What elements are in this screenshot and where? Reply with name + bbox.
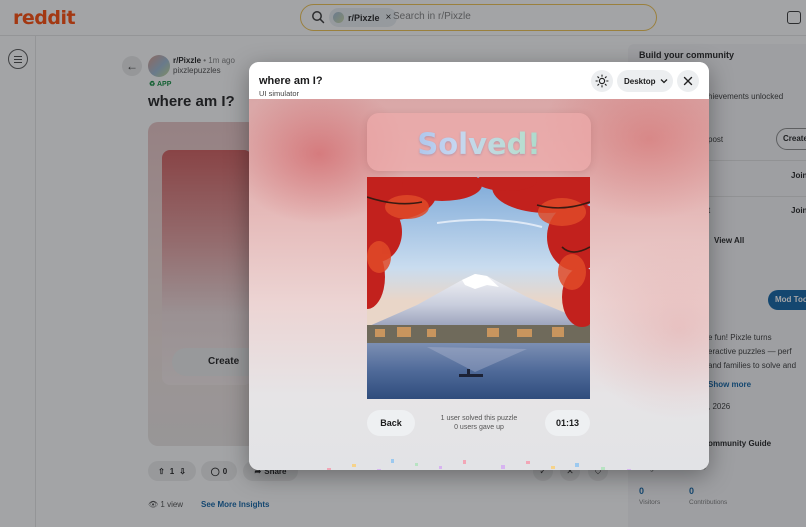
timer-display: 01:13: [545, 410, 590, 436]
theme-toggle-button[interactable]: [591, 70, 613, 92]
modal-title: where am I?: [259, 75, 323, 87]
confetti-decoration: [327, 459, 631, 470]
close-button[interactable]: [677, 70, 699, 92]
solved-text: Solved!: [367, 127, 591, 161]
gave-up-text: 0 users gave up: [454, 424, 504, 431]
chevron-down-icon: [660, 79, 668, 84]
sun-icon: [595, 74, 609, 88]
puzzle-stats: 1 user solved this puzzle 0 users gave u…: [419, 414, 539, 432]
solved-banner: Solved!: [367, 113, 591, 171]
solved-count-text: 1 user solved this puzzle: [440, 415, 518, 422]
modal-subtitle: UI simulator: [259, 89, 300, 98]
simulator-viewport: Solved! Back 1 user solved this puzzle 0…: [249, 99, 709, 470]
device-select[interactable]: Desktop: [617, 70, 673, 92]
device-select-label: Desktop: [624, 76, 656, 86]
modal-header: where am I? UI simulator Desktop: [249, 62, 709, 99]
close-icon: [683, 76, 693, 86]
puzzle-image: [367, 177, 590, 399]
ui-simulator-modal: where am I? UI simulator Desktop Solved!: [249, 62, 709, 470]
back-button[interactable]: Back: [367, 410, 415, 436]
